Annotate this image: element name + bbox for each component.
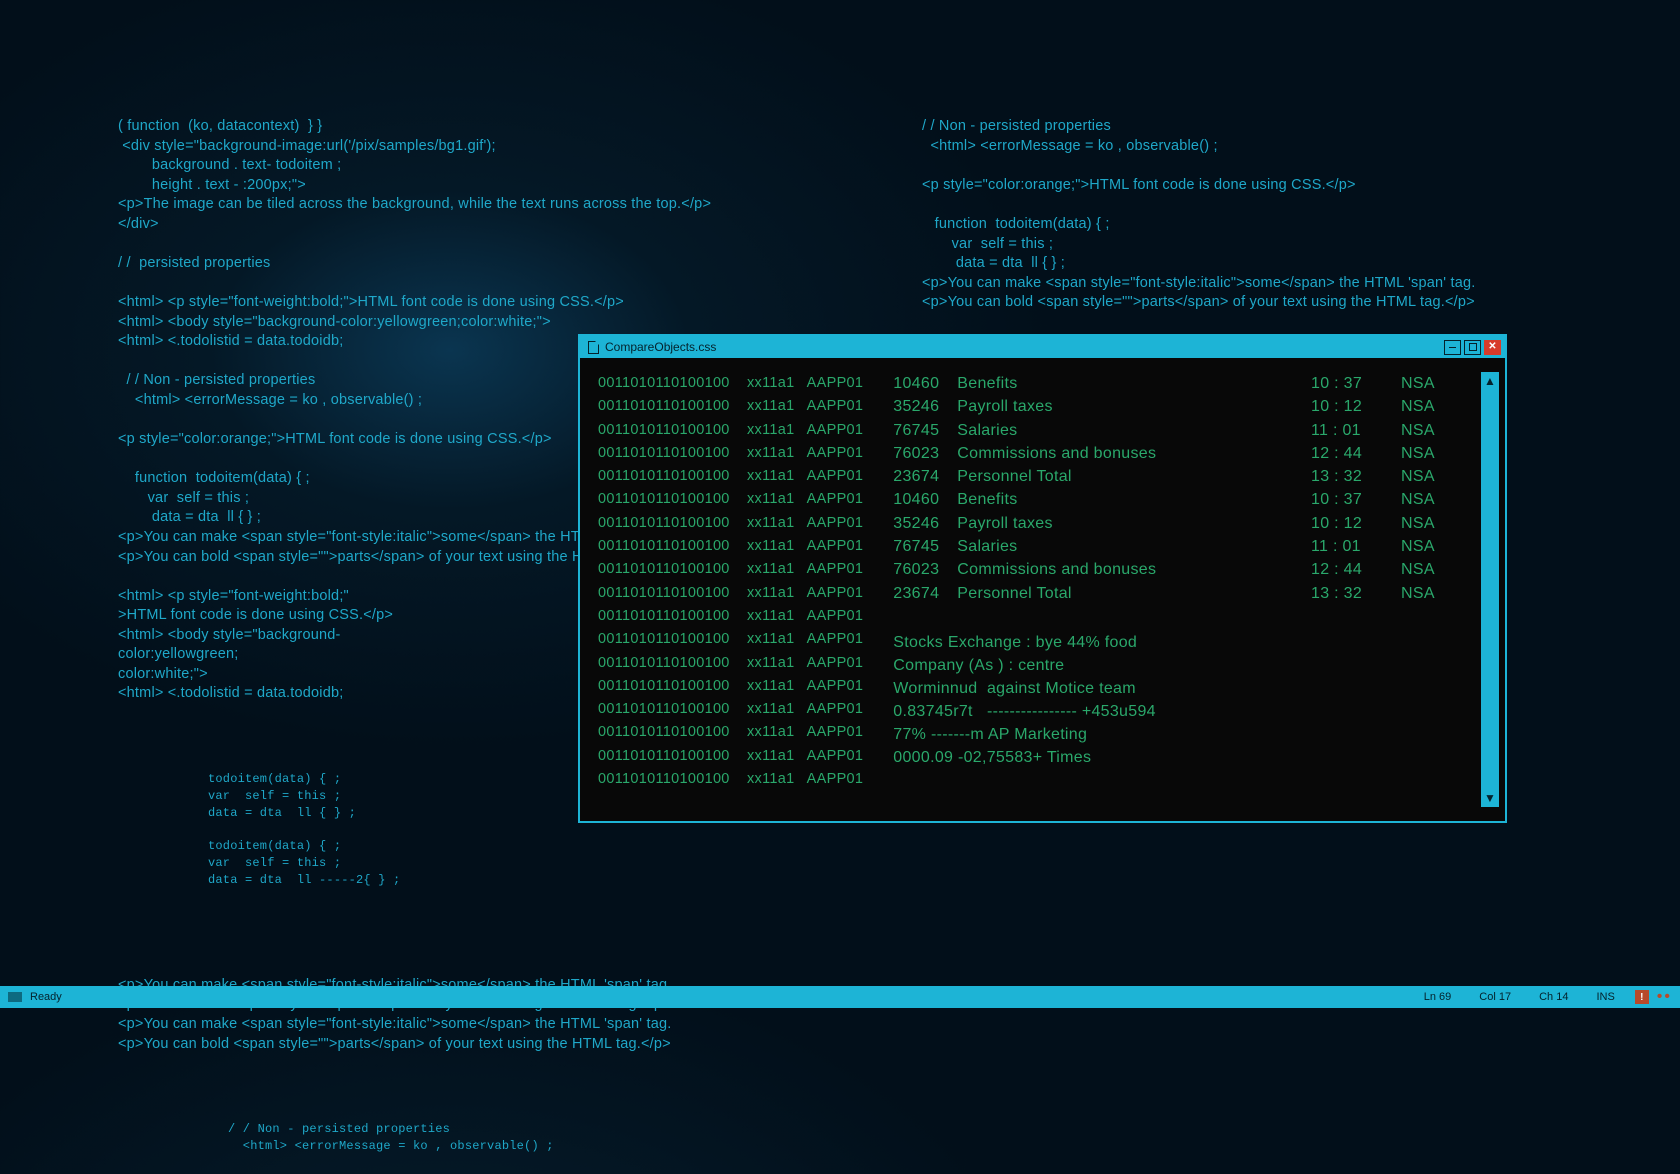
status-ins: INS <box>1596 991 1614 1003</box>
window-scrollbar[interactable]: ▲ ▼ <box>1481 372 1499 807</box>
close-button[interactable]: ✕ <box>1484 340 1501 355</box>
status-icon <box>8 992 22 1002</box>
data-column-right: 10460Benefits10 : 37NSA35246Payroll taxe… <box>893 372 1451 807</box>
compare-objects-window: CompareObjects.css ✕ 0011010110100100 xx… <box>578 334 1507 823</box>
maximize-button[interactable] <box>1464 340 1481 355</box>
status-ready: Ready <box>30 991 62 1003</box>
table-row: 35246Payroll taxes10 : 12NSA <box>893 395 1451 418</box>
scroll-up-icon[interactable]: ▲ <box>1484 374 1496 388</box>
status-col: Col 17 <box>1479 991 1511 1003</box>
table-row: 10460Benefits10 : 37NSA <box>893 372 1451 395</box>
minimize-button[interactable] <box>1444 340 1461 355</box>
table-row: 76023Commissions and bonuses12 : 44NSA <box>893 558 1451 581</box>
scroll-down-icon[interactable]: ▼ <box>1484 791 1496 805</box>
status-bar: Ready Ln 69 Col 17 Ch 14 INS ! •• <box>0 986 1680 1008</box>
table-row: 23674Personnel Total13 : 32NSA <box>893 582 1451 605</box>
window-title: CompareObjects.css <box>605 340 716 354</box>
document-icon <box>588 341 599 354</box>
table-row: 76745Salaries11 : 01NSA <box>893 419 1451 442</box>
data-column-left: 0011010110100100 xx11a1 AAPP01 001101011… <box>598 372 863 807</box>
status-ch: Ch 14 <box>1539 991 1568 1003</box>
table-row: 23674Personnel Total13 : 32NSA <box>893 465 1451 488</box>
status-dots: •• <box>1657 988 1672 1006</box>
table-row: 76023Commissions and bonuses12 : 44NSA <box>893 442 1451 465</box>
table-row: 35246Payroll taxes10 : 12NSA <box>893 512 1451 535</box>
status-line: Ln 69 <box>1424 991 1452 1003</box>
window-titlebar[interactable]: CompareObjects.css ✕ <box>580 336 1505 358</box>
table-row: 76745Salaries11 : 01NSA <box>893 535 1451 558</box>
table-row: 10460Benefits10 : 37NSA <box>893 488 1451 511</box>
warning-icon[interactable]: ! <box>1635 990 1649 1004</box>
window-footer-text: Stocks Exchange : bye 44% food Company (… <box>893 631 1451 769</box>
